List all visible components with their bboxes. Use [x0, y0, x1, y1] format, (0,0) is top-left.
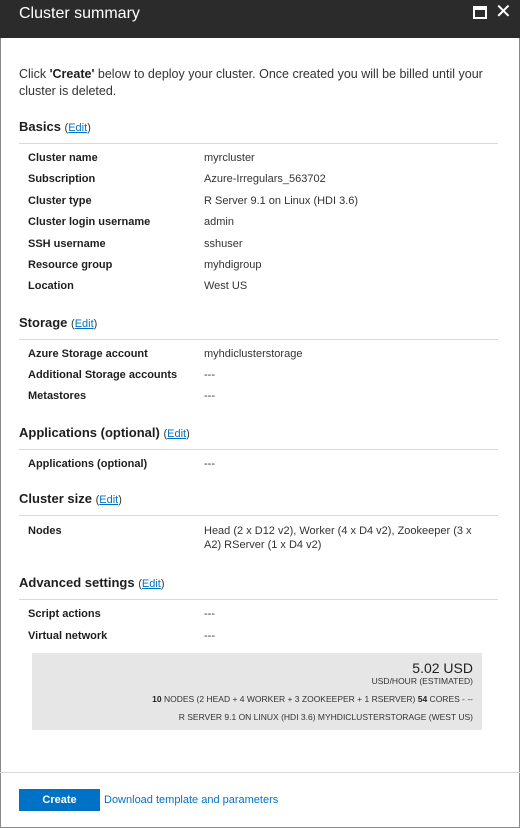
section-advanced-heading: Advanced settings (Edit) [19, 575, 165, 590]
intro-text: Click 'Create' below to deploy your clus… [19, 67, 483, 98]
section-basics-heading: Basics (Edit) [19, 119, 91, 134]
download-template-link[interactable]: Download template and parameters [104, 794, 278, 806]
window-title: Cluster summary [19, 5, 140, 22]
edit-advanced-link[interactable]: Edit [142, 578, 161, 590]
edit-cluster-size-link[interactable]: Edit [99, 494, 118, 506]
config-summary: R SERVER 9.1 ON LINUX (HDI 3.6) MYHDICLU… [178, 712, 473, 722]
maximize-icon[interactable] [473, 6, 487, 19]
price-unit: USD/HOUR (ESTIMATED) [371, 676, 473, 686]
divider [19, 515, 498, 516]
edit-storage-link[interactable]: Edit [75, 318, 94, 330]
create-button[interactable]: Create [19, 789, 100, 811]
edit-basics-link[interactable]: Edit [68, 122, 87, 134]
divider [19, 599, 498, 600]
edit-applications-link[interactable]: Edit [167, 428, 186, 440]
title-bar: Cluster summary ✕ [0, 0, 520, 38]
cost-estimate-panel: 5.02 USD USD/HOUR (ESTIMATED) 10 NODES (… [32, 653, 482, 730]
divider [19, 143, 498, 144]
create-keyword: 'Create' [49, 67, 95, 81]
section-cluster-size-heading: Cluster size (Edit) [19, 491, 122, 506]
section-storage-heading: Storage (Edit) [19, 315, 98, 330]
close-icon[interactable]: ✕ [495, 2, 512, 22]
section-applications-heading: Applications (optional) (Edit) [19, 425, 190, 440]
divider [19, 339, 498, 340]
nodes-summary: 10 NODES (2 HEAD + 4 WORKER + 3 ZOOKEEPE… [152, 694, 473, 704]
footer-divider [0, 772, 520, 773]
divider [19, 449, 498, 450]
price-value: 5.02 USD [412, 660, 473, 676]
